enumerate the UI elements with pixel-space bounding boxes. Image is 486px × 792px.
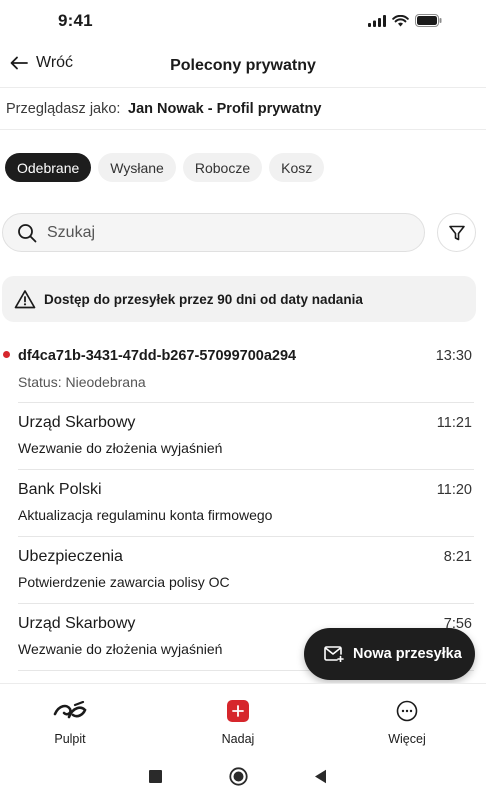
home-icon[interactable] bbox=[229, 767, 248, 786]
message-time: 11:20 bbox=[436, 482, 472, 498]
filter-icon bbox=[448, 225, 465, 240]
status-time: 9:41 bbox=[58, 11, 93, 30]
banner-text: Dostęp do przesyłek przez 90 dni od daty… bbox=[44, 291, 363, 307]
tab-odebrane[interactable]: Odebrane bbox=[5, 153, 92, 182]
list-item[interactable]: Ubezpieczenia 8:21 Potwierdzenie zawarci… bbox=[18, 537, 474, 604]
list-item[interactable]: df4ca71b-3431-47dd-b267-57099700a294 13:… bbox=[3, 336, 474, 403]
tab-robocze[interactable]: Robocze bbox=[182, 153, 263, 182]
tab-wyslane[interactable]: Wysłane bbox=[98, 153, 176, 182]
tab-kosz[interactable]: Kosz bbox=[269, 153, 325, 182]
message-subject: Wezwanie do złożenia wyjaśnień bbox=[18, 641, 223, 657]
system-nav-bar bbox=[0, 755, 486, 792]
top-bar: Wróć Polecony prywatny bbox=[0, 44, 486, 88]
recent-apps-icon[interactable] bbox=[149, 770, 162, 783]
new-shipment-label: Nowa przesyłka bbox=[353, 646, 462, 662]
message-subject: Wezwanie do złożenia wyjaśnień bbox=[18, 440, 223, 456]
message-sender: Bank Polski bbox=[18, 481, 102, 498]
search-input[interactable] bbox=[47, 223, 387, 242]
nav-wiecej[interactable]: Więcej bbox=[357, 698, 457, 746]
nav-pulpit[interactable]: Pulpit bbox=[20, 698, 120, 746]
message-subject: Aktualizacja regulaminu konta firmowego bbox=[18, 507, 273, 523]
status-bar: 9:41 bbox=[0, 0, 486, 44]
nav-nadaj[interactable]: Nadaj bbox=[188, 698, 288, 746]
add-icon bbox=[227, 700, 249, 722]
message-sender: Urząd Skarbowy bbox=[18, 615, 136, 632]
list-item[interactable]: Bank Polski 11:20 Aktualizacja regulamin… bbox=[18, 470, 474, 537]
bottom-nav: Pulpit Nadaj Więcej bbox=[0, 683, 486, 755]
unread-indicator bbox=[3, 351, 10, 358]
search-icon bbox=[18, 223, 37, 242]
info-banner: Dostęp do przesyłek przez 90 dni od daty… bbox=[2, 276, 476, 322]
search-box bbox=[2, 213, 425, 252]
message-sender: Urząd Skarbowy bbox=[18, 414, 136, 431]
signal-icon bbox=[368, 14, 386, 27]
mail-plus-icon bbox=[324, 646, 344, 662]
list-item[interactable]: Urząd Skarbowy 11:21 Wezwanie do złożeni… bbox=[18, 403, 474, 470]
message-sender: Ubezpieczenia bbox=[18, 548, 123, 565]
viewing-as-row: Przeglądasz jako: Jan Nowak - Profil pry… bbox=[0, 88, 486, 130]
folder-tabs: Odebrane Wysłane Robocze Kosz bbox=[5, 153, 325, 182]
page-title: Polecony prywatny bbox=[170, 57, 316, 74]
poczta-logo-icon bbox=[53, 701, 87, 719]
nav-pulpit-label: Pulpit bbox=[54, 732, 86, 746]
filter-button[interactable] bbox=[437, 213, 476, 252]
nav-wiecej-label: Więcej bbox=[388, 732, 426, 746]
viewing-as-profile: Jan Nowak - Profil prywatny bbox=[128, 101, 322, 117]
message-list: df4ca71b-3431-47dd-b267-57099700a294 13:… bbox=[0, 336, 486, 671]
warning-icon bbox=[14, 290, 36, 309]
battery-icon bbox=[415, 14, 442, 27]
message-time: 11:21 bbox=[436, 415, 472, 431]
viewing-as-label: Przeglądasz jako: bbox=[6, 101, 121, 117]
message-subject: Potwierdzenie zawarcia polisy OC bbox=[18, 574, 230, 590]
new-shipment-button[interactable]: Nowa przesyłka bbox=[304, 628, 475, 680]
back-nav-icon[interactable] bbox=[314, 769, 327, 784]
status-icons bbox=[368, 14, 442, 27]
message-time: 8:21 bbox=[443, 549, 472, 565]
nav-nadaj-label: Nadaj bbox=[221, 732, 255, 746]
wifi-icon bbox=[392, 14, 409, 26]
message-status: Status: Nieodebrana bbox=[18, 374, 146, 390]
message-time: 13:30 bbox=[435, 348, 472, 364]
message-title: df4ca71b-3431-47dd-b267-57099700a294 bbox=[18, 348, 297, 364]
more-icon bbox=[396, 700, 418, 722]
